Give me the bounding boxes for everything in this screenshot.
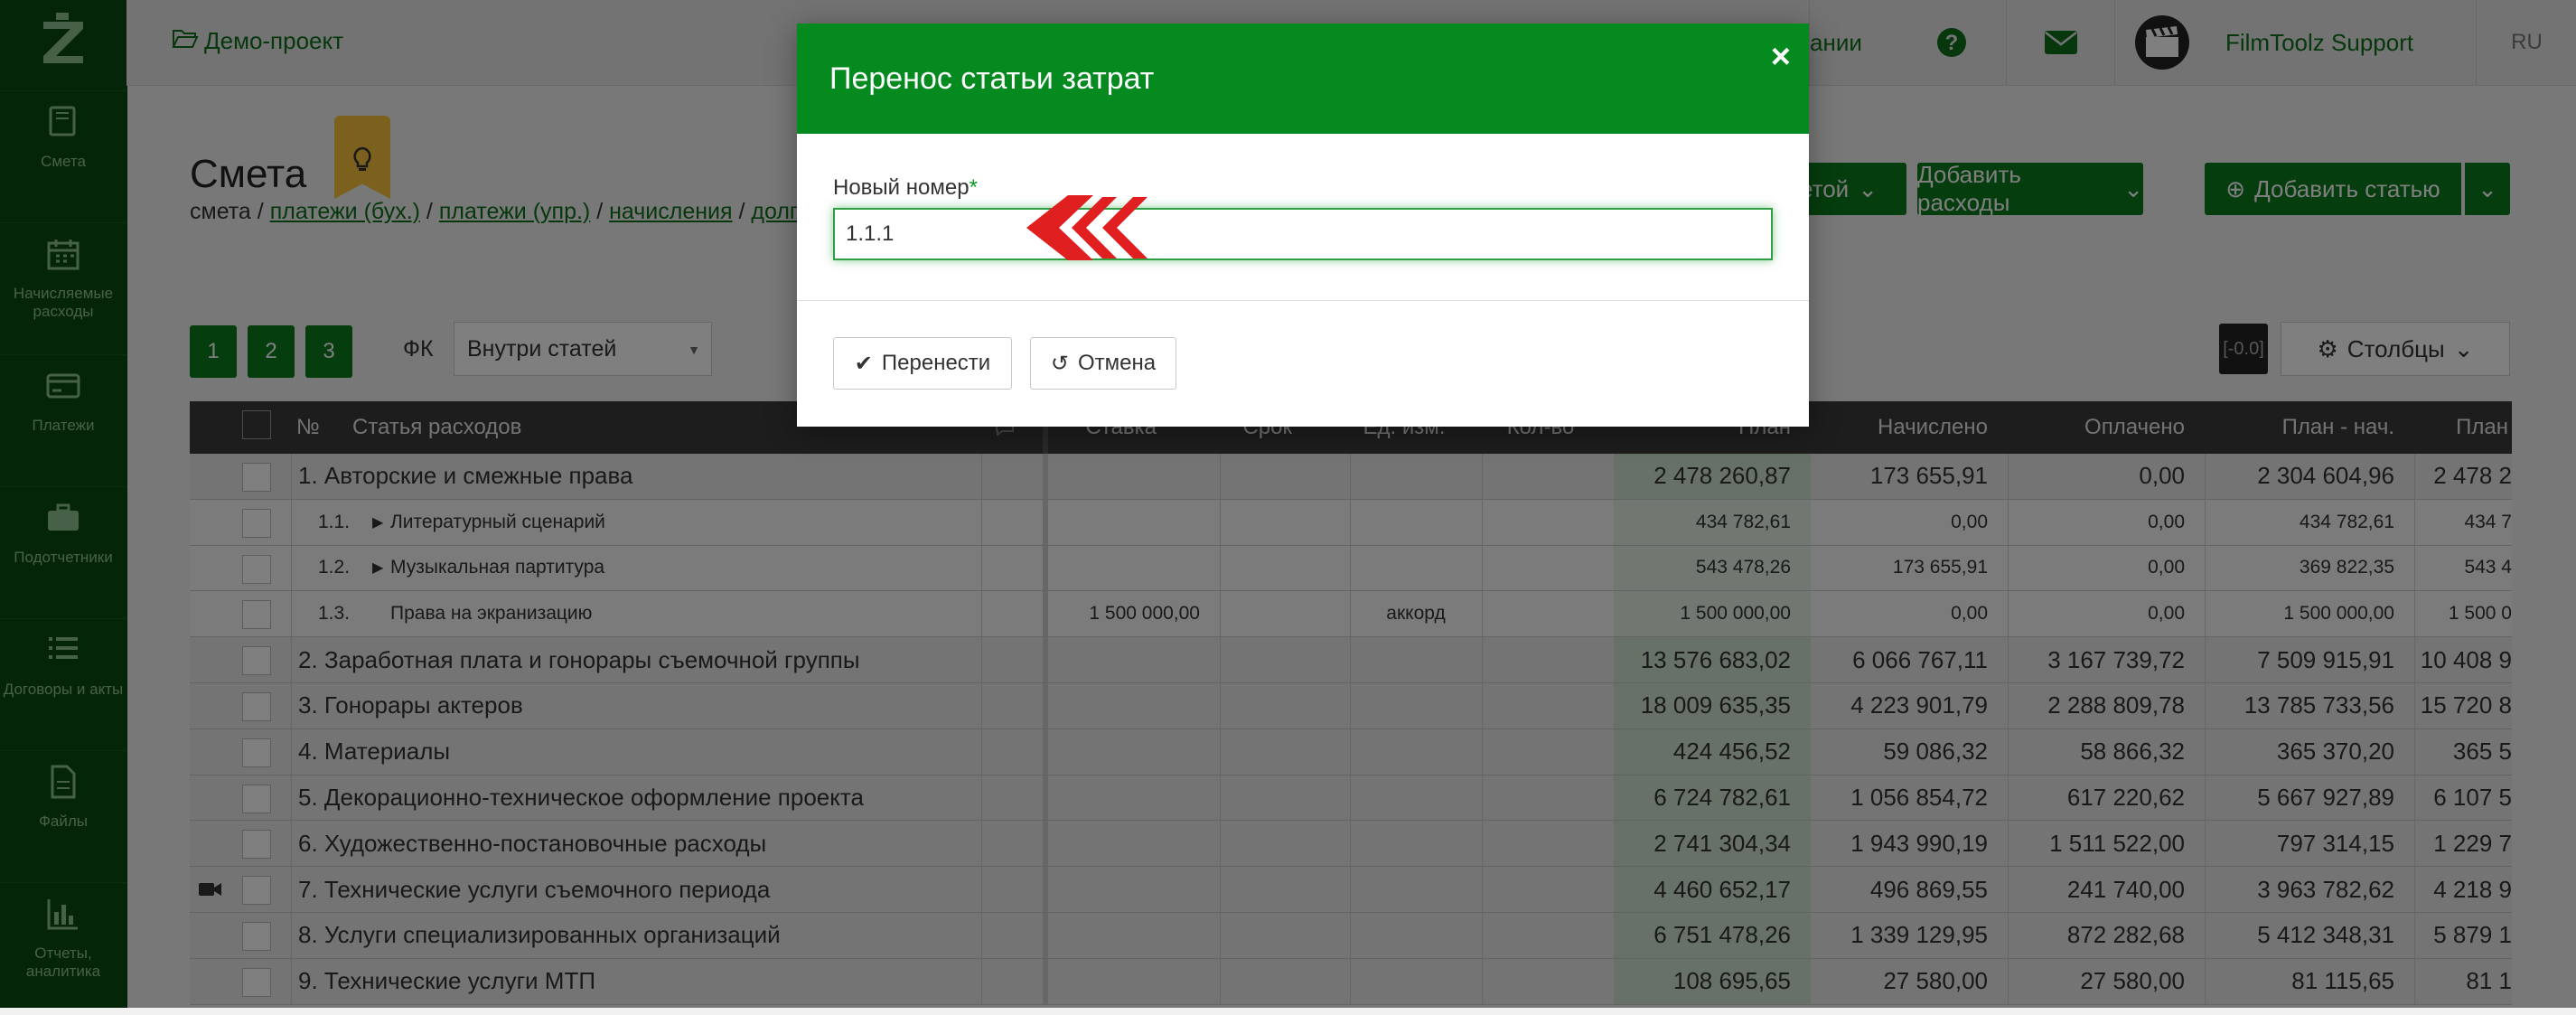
move-item-dialog: Перенос статьи затрат × Новый номер* ✔ П… bbox=[797, 23, 1809, 427]
dialog-title: Перенос статьи затрат bbox=[829, 61, 1155, 96]
close-icon[interactable]: × bbox=[1771, 38, 1791, 77]
new-number-label: Новый номер* bbox=[833, 175, 978, 200]
new-number-input[interactable] bbox=[833, 208, 1773, 260]
check-icon: ✔ bbox=[854, 351, 873, 376]
required-mark: * bbox=[969, 175, 978, 200]
red-arrows-annotation-icon bbox=[1026, 195, 1147, 260]
dialog-header: Перенос статьи затрат × bbox=[797, 23, 1809, 134]
cancel-button[interactable]: ↺ Отмена bbox=[1030, 337, 1176, 390]
move-button[interactable]: ✔ Перенести bbox=[833, 337, 1012, 390]
undo-icon: ↺ bbox=[1050, 351, 1069, 376]
dialog-divider bbox=[797, 300, 1809, 301]
